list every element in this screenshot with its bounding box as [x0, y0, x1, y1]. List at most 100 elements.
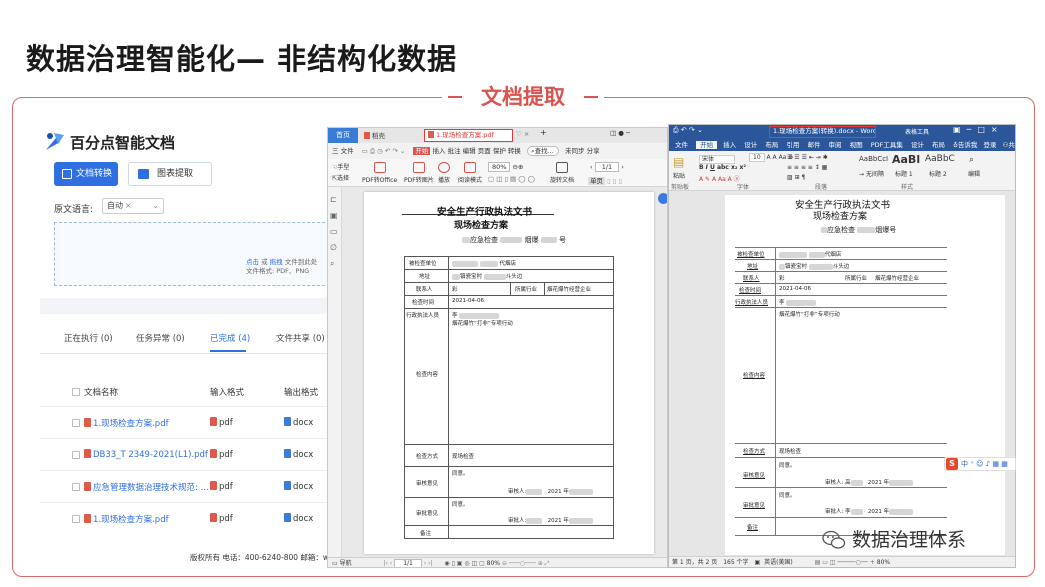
zoom-slider[interactable]: ⊖ ───○─── ⊕ ⤢ [502, 560, 550, 567]
font-name-select[interactable]: 宋体 [699, 154, 736, 164]
tab-home[interactable]: 首页 [328, 128, 358, 143]
find-icon[interactable]: ⌕ [969, 155, 974, 165]
pdf-to-office-button[interactable]: PDF转Office [362, 162, 397, 184]
tell-me-button[interactable]: ♁告诉我 [953, 141, 977, 149]
select-tool[interactable]: ⇱选择 [332, 175, 349, 182]
attachment-icon[interactable]: ∅ [330, 243, 337, 252]
tab-layout[interactable]: 布局 [765, 141, 778, 149]
share-button[interactable]: ⚇共享 [1003, 141, 1015, 149]
prev-page-icon[interactable]: ‹ [590, 163, 593, 171]
first-prev-icons[interactable]: |‹ ‹ [384, 560, 393, 567]
table-row[interactable]: 应急管理数据治理技术规范: ... pdf docx [40, 470, 330, 502]
convert-button[interactable]: 文档转换 [54, 162, 118, 186]
file-name-link[interactable]: 1.现场检查方案.pdf [84, 513, 169, 525]
clear-icon[interactable]: × [125, 201, 132, 210]
select-all-checkbox[interactable] [72, 388, 80, 396]
output-format-link[interactable]: docx [284, 513, 313, 524]
read-mode-button[interactable]: 阅读模式 [458, 162, 482, 184]
upload-dropzone[interactable] [54, 222, 330, 286]
proof-icon[interactable]: ▣ [754, 559, 760, 566]
search-input[interactable]: ⌕查找... [526, 146, 559, 156]
table-row[interactable]: 1.现场检查方案.pdf pdf docx [40, 406, 330, 438]
editing-button[interactable]: 编辑 [968, 169, 980, 178]
output-format-link[interactable]: docx [284, 417, 313, 428]
next-last-icons[interactable]: › ›| [424, 560, 433, 567]
table-row[interactable]: 1.现场检查方案.pdf pdf docx [40, 502, 330, 534]
tab-pdf-tools[interactable]: PDF工具集 [871, 141, 903, 149]
bookmark-icon[interactable]: ⊏ [330, 195, 337, 204]
quick-access-icons[interactable]: ⎙ ↶ ↷ ⌄ [673, 126, 703, 135]
file-name-link[interactable]: DB33_T 2349-2021(L1).pdf [84, 449, 208, 460]
chart-extract-button[interactable]: 图表提取 [128, 162, 212, 186]
upload-drag-link[interactable]: 拖拽 [270, 258, 283, 266]
single-page-button[interactable]: 单页 ▯ ▯ ▯ [588, 175, 622, 185]
page-nav[interactable]: ‹ 1/1 › [590, 162, 624, 172]
format-buttons[interactable]: B I U abc x₂ x² [699, 164, 746, 171]
tab-insert[interactable]: 插入 [723, 141, 736, 149]
status-page[interactable]: 1/1 [394, 559, 422, 567]
quick-tools[interactable]: ▭ ⎙ ◷ ↶ ↷ ⌄ [362, 147, 406, 155]
style-heading2[interactable]: AaBbC [925, 154, 955, 164]
tab-table-layout[interactable]: 布局 [932, 141, 945, 149]
menu-start[interactable]: 开始 [413, 147, 431, 155]
window-controls[interactable]: ▣─□× [953, 125, 1004, 134]
zoom-box[interactable]: 80% ⊖⊕ [488, 162, 523, 172]
hand-tool-button[interactable]: ☜手型 ⇱选择 [332, 162, 349, 184]
style-heading1[interactable]: AaBl [892, 153, 920, 166]
play-button[interactable]: 播放 [438, 162, 450, 184]
table-row[interactable]: DB33_T 2349-2021(L1).pdf pdf docx [40, 438, 330, 470]
style-normal[interactable]: AaBbCcI [859, 155, 888, 163]
menu-annotate[interactable]: 批注 [448, 147, 461, 155]
file-name-link[interactable]: 1.现场检查方案.pdf [84, 417, 169, 429]
tab-shared[interactable]: 文件共享 (0) [276, 332, 325, 344]
view-tools[interactable]: ▢ ◫ ▯ ▤ ◯ ◯ [488, 175, 535, 183]
search-icon[interactable]: ⌕ [330, 259, 334, 269]
tab-error[interactable]: 任务异常 (0) [136, 332, 185, 344]
menu-edit[interactable]: 编辑 [463, 147, 476, 155]
window-controls[interactable]: ◫ ● ─ [610, 129, 630, 137]
share-button[interactable]: 分享 [587, 147, 600, 155]
pdf-to-image-button[interactable]: PDF转图片 [404, 162, 434, 184]
color-buttons[interactable]: A ✎ A Aa A ⓐ [699, 174, 740, 183]
tab-running[interactable]: 正在执行 (0) [64, 332, 113, 344]
output-format-link[interactable]: docx [284, 449, 313, 460]
ime-status[interactable]: 中 ⁺ ☺ ♪ ▦ ▦ [961, 459, 1008, 469]
view-buttons[interactable]: ▤ ▭ ◫ ─────○── + [815, 559, 875, 566]
nav-button[interactable]: ▭ 导航 [332, 560, 352, 567]
next-page-icon[interactable]: › [621, 163, 624, 171]
border-buttons[interactable]: ▨ ⊞ ¶ [787, 174, 805, 181]
rotate-doc-button[interactable]: 旋转文档 [550, 162, 574, 184]
tab-home[interactable]: 开始 [696, 141, 718, 149]
row-checkbox[interactable] [72, 515, 80, 523]
row-checkbox[interactable] [72, 483, 80, 491]
paragraph-buttons[interactable]: ☰ ☰ ☰ ⇤ ⇥ ✱ [787, 154, 828, 161]
page-mode-tools[interactable]: ▯ ▯ ▯ [607, 177, 622, 185]
row-checkbox[interactable] [72, 419, 80, 427]
new-tab-icon[interactable]: + [540, 128, 547, 137]
tab-table-design[interactable]: 设计 [911, 141, 924, 149]
menu-protect[interactable]: 保护 [493, 147, 506, 155]
file-name-link[interactable]: 应急管理数据治理技术规范: ... [84, 481, 209, 493]
menu-page[interactable]: 页面 [478, 147, 491, 155]
tab-template[interactable]: 稻壳 [364, 130, 385, 140]
align-buttons[interactable]: ≡ ≡ ≡ ≡ ↕ ▦ [787, 164, 827, 171]
menu-convert[interactable]: 转换 [508, 147, 521, 155]
tab-design[interactable]: 设计 [744, 141, 757, 149]
tab-completed[interactable]: 已完成 (4) [210, 332, 250, 344]
menu-insert[interactable]: 插入 [433, 147, 446, 155]
thumbnail-icon[interactable]: ▣ [330, 211, 338, 220]
output-format-link[interactable]: docx [284, 481, 313, 492]
sogou-ime-icon[interactable]: S [946, 458, 958, 470]
close-icon[interactable]: ♡ × [516, 130, 529, 138]
tab-file[interactable]: 文件 [675, 141, 688, 149]
upload-click-link[interactable]: 点击 [246, 258, 259, 266]
tab-view[interactable]: 视图 [850, 141, 863, 149]
sync-status[interactable]: 未同步 [565, 147, 585, 155]
row-checkbox[interactable] [72, 451, 80, 459]
login-button[interactable]: 登录 [983, 141, 996, 149]
tab-review[interactable]: 审阅 [829, 141, 842, 149]
view-mode-icons[interactable]: ◉ ▯ ▣ ◎ ◫ ▢ [444, 560, 484, 567]
zoom-in-icon[interactable]: ⊕ [518, 163, 523, 171]
tab-active-pdf[interactable]: 1.现场检查方案.pdf [424, 129, 513, 142]
tab-references[interactable]: 引用 [786, 141, 799, 149]
